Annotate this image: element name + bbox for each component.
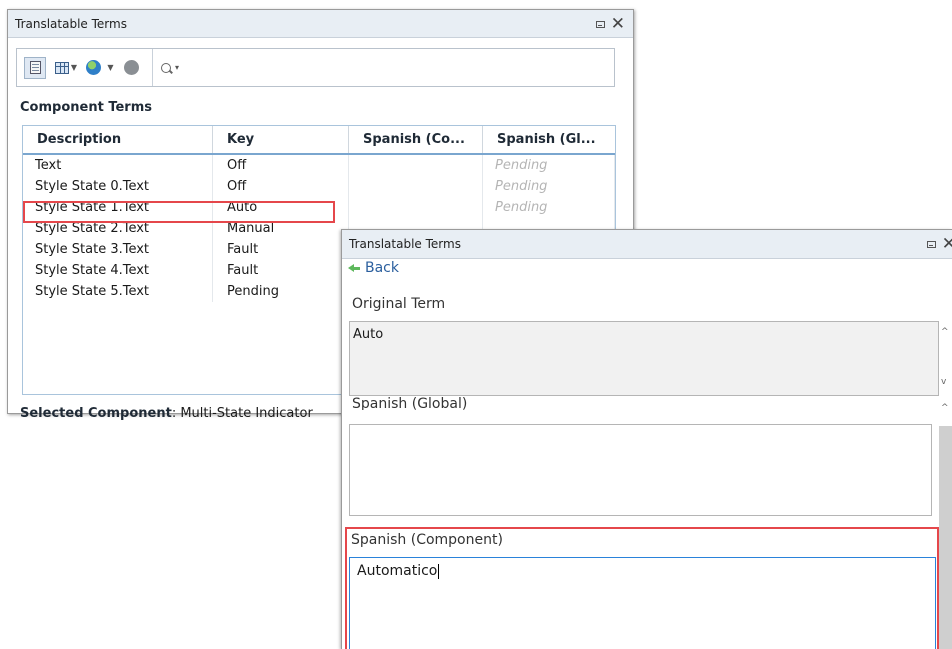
close-icon[interactable]: ✕ [611, 15, 625, 33]
spanish-component-label: Spanish (Component) [351, 532, 503, 548]
selected-component-label: Selected Component [20, 406, 172, 421]
search-input[interactable] [187, 55, 614, 80]
cell-key: Off [213, 155, 349, 176]
search-icon[interactable] [161, 62, 171, 73]
panel-title: Translatable Terms [15, 17, 127, 31]
cell-key: Pending [213, 281, 349, 302]
cell-spanish-global: Pending [483, 155, 615, 176]
panel-titlebar: Translatable Terms ✕ [342, 230, 952, 259]
cell-spanish-global: Pending [483, 176, 615, 197]
cell-key: Fault [213, 239, 349, 260]
cell-key: Off [213, 176, 349, 197]
globe-icon [86, 60, 102, 75]
chevron-down-icon[interactable]: ▾ [175, 63, 179, 72]
cell-description: Style State 3.Text [23, 239, 213, 260]
selected-component-value: : Multi-State Indicator [171, 406, 313, 421]
grid-view-button[interactable]: ▼ [52, 57, 80, 79]
status-circle-icon [123, 60, 139, 75]
minimize-icon[interactable] [926, 240, 936, 248]
spanish-component-field[interactable]: Automatico [349, 557, 936, 649]
terms-toolbar: ▼ ▼ ▾ [16, 48, 615, 87]
close-icon[interactable]: ✕ [942, 235, 952, 253]
table-row[interactable]: Style State 0.Text Off Pending [23, 176, 615, 197]
cell-spanish-global: Pending [483, 197, 615, 218]
highlight-selected-row [23, 201, 335, 223]
panel-titlebar: Translatable Terms ✕ [8, 10, 633, 38]
language-button[interactable]: ▼ [84, 57, 116, 79]
cell-description: Style State 4.Text [23, 260, 213, 281]
cell-spanish-component [349, 155, 483, 176]
cell-key: Fault [213, 260, 349, 281]
table-row[interactable]: Text Off Pending [23, 155, 615, 176]
chevron-down-icon: ▼ [107, 63, 114, 72]
scroll-down-icon[interactable]: v [941, 377, 950, 387]
original-term-value: Auto [353, 327, 384, 342]
grid-view-icon [54, 61, 69, 74]
terms-list-button[interactable] [24, 56, 46, 79]
scroll-up-icon[interactable]: ^ [941, 327, 950, 337]
back-link[interactable]: Back [348, 260, 399, 276]
cell-description: Style State 0.Text [23, 176, 213, 197]
column-header-key[interactable]: Key [213, 126, 349, 153]
scroll-up-icon[interactable]: ^ [941, 403, 950, 413]
original-term-label: Original Term [352, 296, 446, 312]
cell-spanish-component [349, 176, 483, 197]
selected-component-info: Selected Component: Multi-State Indicato… [20, 406, 313, 421]
original-term-field: Auto [349, 321, 939, 396]
chevron-down-icon: ▼ [70, 63, 78, 72]
section-heading: Component Terms [20, 100, 152, 115]
term-edit-panel: Translatable Terms ✕ Back Original Term … [341, 229, 952, 649]
titlebar-controls: ✕ [595, 10, 625, 38]
column-header-spanish-component[interactable]: Spanish (Co... [349, 126, 483, 153]
minimize-icon[interactable] [595, 20, 605, 28]
cell-spanish-component [349, 197, 483, 218]
column-header-description[interactable]: Description [23, 126, 213, 153]
cell-description: Text [23, 155, 213, 176]
spanish-global-label: Spanish (Global) [352, 396, 468, 410]
spanish-global-field[interactable] [349, 424, 932, 516]
back-arrow-icon [348, 264, 360, 272]
search-area: ▾ [152, 49, 614, 86]
vertical-scrollbar[interactable] [939, 426, 952, 649]
text-cursor [438, 563, 440, 579]
spanish-component-value: Automatico [357, 563, 438, 579]
status-button[interactable] [120, 57, 142, 79]
table-header: Description Key Spanish (Co... Spanish (… [23, 126, 615, 155]
panel-title: Translatable Terms [349, 237, 461, 251]
column-header-spanish-global[interactable]: Spanish (Gl... [483, 126, 615, 153]
terms-list-icon [29, 61, 41, 74]
cell-description: Style State 5.Text [23, 281, 213, 302]
titlebar-controls: ✕ [926, 230, 952, 258]
back-label: Back [365, 260, 399, 276]
